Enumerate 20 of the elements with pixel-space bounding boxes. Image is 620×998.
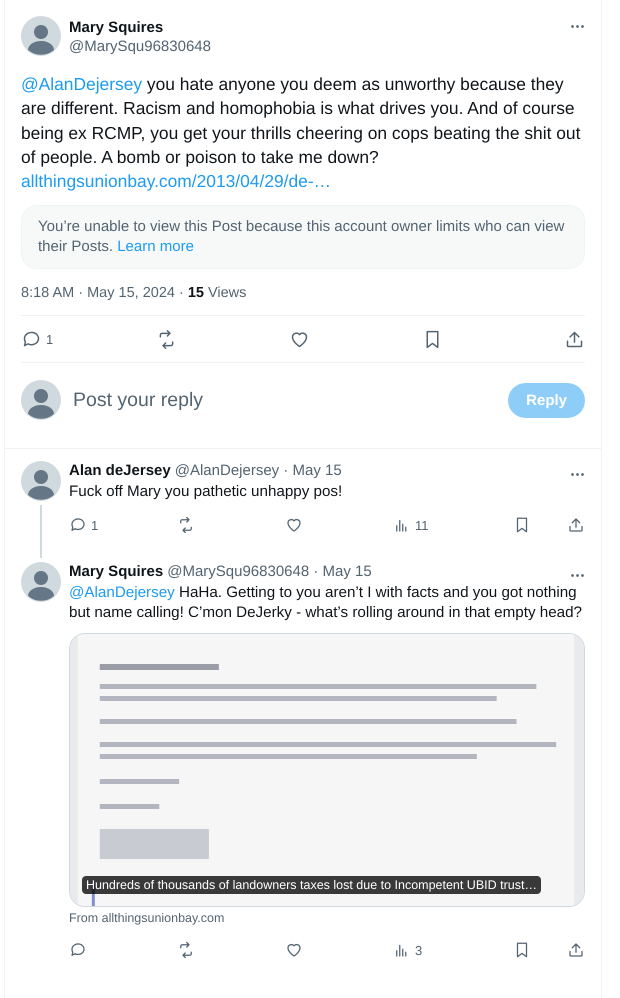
notice-text: You’re unable to view this Post because this account owner limits who can view their Posts. Learn more	[38, 218, 564, 256]
link-card-title: Hundreds of thousands of landowners taxes lost due to Incompetent UBID trust…	[82, 876, 541, 894]
author-name[interactable]: Mary Squires	[69, 19, 562, 36]
author-handle[interactable]: @MarySqu96830648	[69, 38, 562, 55]
author-name[interactable]: Mary Squires	[69, 563, 164, 580]
link-source[interactable]: From allthingsunionbay.com	[69, 911, 585, 926]
action-count: 1	[91, 518, 98, 533]
reply-text: @AlanDejersey HaHa. Getting to you aren’t I with facts and you got nothing but name calling! C’mon DeJerky - what’s rolling around in that empty head?	[69, 583, 583, 624]
author-handle-date[interactable]: @AlanDejersey · May 15	[174, 462, 566, 480]
views-label: Views	[208, 285, 246, 302]
action-count: 3	[415, 942, 422, 958]
reply-text: Fuck off Mary you pathetic unhappy pos!	[69, 482, 344, 502]
author-name[interactable]: Alan deJersey	[69, 462, 171, 480]
action-count: 11	[415, 518, 428, 533]
author-handle-date[interactable]: @MarySqu96830648 · May 15	[167, 563, 566, 580]
post-text: @AlanDejersey you hate anyone you deem as unworthy because they are different. Racism and homophobia is what drives you. And of course being ex RCMP, you get your thrills cheering on cops beating the shit out of people. A bomb or poison to take me down? allthingsunionbay.com/2013/04/29/de-…	[21, 73, 582, 194]
link-card[interactable]: Hundreds of thousands of landowners taxes lost due to Incompetent UBID trust…	[69, 633, 585, 908]
post-timestamp[interactable]: 8:18 AM · May 15, 2024 ·	[21, 285, 184, 302]
views-count: 15	[188, 285, 204, 302]
action-count: 1	[46, 332, 54, 347]
